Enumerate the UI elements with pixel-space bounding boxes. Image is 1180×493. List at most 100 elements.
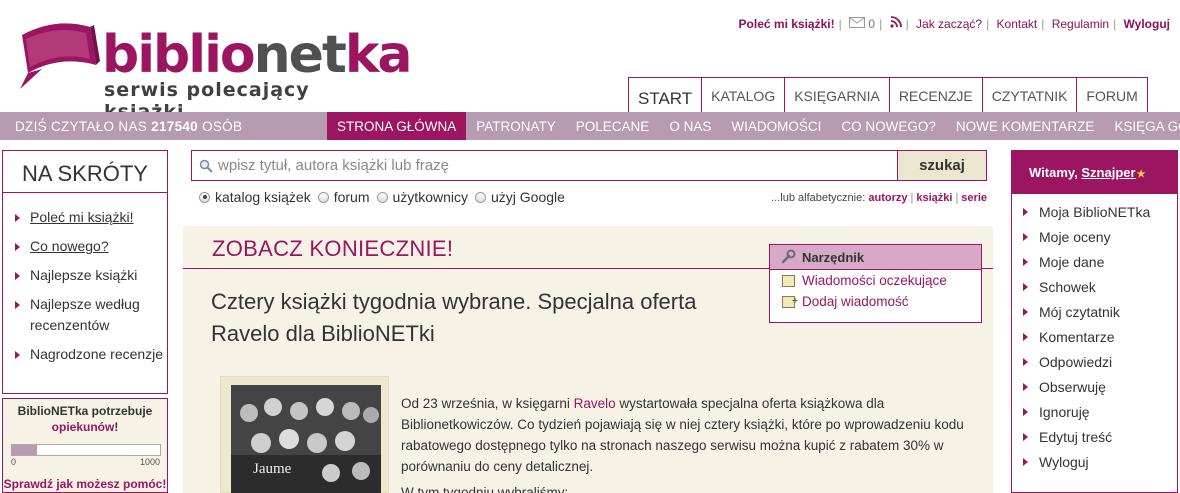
counter-prefix: DZIŚ CZYTAŁO NAS [15, 119, 148, 134]
scope-google-label: użyj Google [490, 189, 565, 205]
user-badge-icon: ★ [1136, 169, 1146, 180]
rss-icon [889, 16, 902, 28]
scope-forum[interactable]: forum [317, 189, 370, 205]
support-title: BiblioNETka potrzebuje opiekunów! [3, 403, 167, 435]
nav-home[interactable]: STRONA GŁÓWNA [327, 112, 467, 140]
menu-logout[interactable]: Wyloguj [1012, 453, 1177, 478]
user-menu-list: Moja BiblioNETka Moje oceny Moje dane Sc… [1012, 194, 1177, 478]
menu-following[interactable]: Obserwuję [1012, 378, 1177, 403]
separator: | [1113, 16, 1117, 31]
book-speech-bubble-icon [20, 23, 100, 89]
logo-part-1: biblio [102, 25, 256, 85]
support-title-b: opiekunów [51, 420, 115, 434]
support-progress-fill [12, 445, 38, 455]
menu-ignoring[interactable]: Ignoruję [1012, 403, 1177, 428]
alpha-prefix: ...lub alfabetycznie: [771, 192, 866, 204]
menu-my-ratings[interactable]: Moje oceny [1012, 228, 1177, 253]
logout-link[interactable]: Wyloguj [1124, 17, 1170, 31]
radio-button[interactable] [199, 191, 210, 203]
tools-title: Narzędnik [802, 250, 865, 265]
alpha-books-link[interactable]: książki [916, 192, 952, 204]
scope-google[interactable]: użyj Google [474, 189, 565, 205]
search-input[interactable] [218, 151, 898, 180]
search-button[interactable]: szukaj [897, 151, 986, 180]
shortcut-recommend[interactable]: Poleć mi książki! [13, 207, 167, 228]
pending-messages-link[interactable]: Wiadomości oczekujące [770, 270, 981, 291]
menu-my-data[interactable]: Moje dane [1012, 253, 1177, 278]
logo-wordmark: biblionetka [102, 29, 412, 81]
tab-start[interactable]: START [628, 77, 702, 112]
article-title[interactable]: Cztery książki tygodnia wybrane. Specjal… [211, 286, 771, 350]
cover-author-text: Jaume [253, 461, 292, 477]
shortcut-awarded-reviews[interactable]: Nagrodzone recenzje [13, 344, 167, 365]
pending-messages-label: Wiadomości oczekujące [802, 273, 947, 288]
menu-edit-content[interactable]: Edytuj treść [1012, 428, 1177, 453]
scope-catalog[interactable]: katalog książek [199, 189, 311, 205]
menu-clipboard[interactable]: Schowek [1012, 278, 1177, 303]
add-message-label: Dodaj wiadomość [802, 294, 909, 309]
menu-replies[interactable]: Odpowiedzi [1012, 353, 1177, 378]
add-document-icon [782, 291, 798, 312]
nav-whats-new[interactable]: CO NOWEGO? [831, 112, 946, 140]
logo-part-2: net [253, 25, 347, 85]
radio-button[interactable] [376, 191, 388, 203]
tab-reviews[interactable]: RECENZJE [888, 77, 982, 112]
shortcut-best-books[interactable]: Najlepsze książki [13, 265, 167, 286]
tools-header: Narzędnik [770, 245, 981, 270]
shortcut-best-by-reviewers[interactable]: Najlepsze według recenzentów [13, 294, 167, 336]
tab-reader[interactable]: CZYTATNIK [981, 77, 1077, 112]
menu-my-reader[interactable]: Mój czytatnik [1012, 303, 1177, 328]
radio-button[interactable] [317, 191, 329, 203]
nav-about[interactable]: O NAS [659, 112, 721, 140]
nav-new-comments[interactable]: NOWE KOMENTARZE [946, 112, 1105, 140]
contact-link[interactable]: Kontakt [997, 17, 1038, 31]
document-icon [782, 275, 795, 287]
nav-guestbook[interactable]: KSIĘGA GOŚCI [1104, 112, 1180, 140]
username-link[interactable]: Sznajper [1081, 165, 1135, 180]
separator: | [955, 192, 959, 204]
user-greeting: Witamy, Sznajper★ [1012, 151, 1177, 194]
alpha-authors-link[interactable]: autorzy [868, 192, 907, 204]
scope-users[interactable]: użytkownicy [376, 189, 468, 205]
ravelo-link[interactable]: Ravelo [574, 396, 616, 411]
scope-catalog-label: katalog książek [215, 189, 311, 205]
separator: | [838, 16, 842, 31]
rules-link[interactable]: Regulamin [1052, 17, 1109, 31]
book-cover[interactable]: Jaume [220, 376, 389, 493]
counter-suffix: OSÓB [202, 119, 243, 134]
messages-link[interactable]: 0 [849, 16, 875, 31]
shortcuts-panel: NA SKRÓTY Poleć mi książki! Co nowego? N… [2, 150, 168, 394]
rss-link[interactable] [889, 16, 902, 31]
scope-users-label: użytkownicy [392, 189, 468, 205]
separator: | [986, 16, 990, 31]
greeting-text: Witamy, [1029, 165, 1078, 180]
alpha-series-link[interactable]: serie [961, 192, 987, 204]
user-menu-panel: Witamy, Sznajper★ Moja BiblioNETka Moje … [1011, 150, 1178, 493]
article-more: W tym tygodniu wybraliśmy: [401, 485, 569, 493]
menu-comments[interactable]: Komentarze [1012, 328, 1177, 353]
counter-value: 217540 [151, 119, 198, 134]
support-panel: BiblioNETka potrzebuje opiekunów! 0 1000 … [2, 398, 168, 493]
messages-count: 0 [868, 17, 876, 32]
main-tabs: START KATALOG KSIĘGARNIA RECENZJE CZYTAT… [628, 77, 1148, 112]
recommend-link[interactable]: Poleć mi książki! [739, 17, 835, 31]
site-logo[interactable]: biblionetka serwis polecający książki [16, 19, 412, 123]
nav-news[interactable]: WIADOMOŚCI [721, 112, 831, 140]
add-message-link[interactable]: Dodaj wiadomość [770, 291, 981, 312]
support-title-a: BiblioNETka potrzebuje [17, 404, 153, 418]
visitor-counter: DZIŚ CZYTAŁO NAS 217540 OSÓB [15, 119, 242, 134]
top-links: Poleć mi książki! | 0 | | Jak zacząć? | Ko… [739, 16, 1170, 31]
tab-catalog[interactable]: KATALOG [701, 77, 785, 112]
envelope-icon [849, 17, 866, 29]
shortcut-whats-new[interactable]: Co nowego? [13, 236, 167, 257]
tab-bookstore[interactable]: KSIĘGARNIA [784, 77, 889, 112]
nav-recommended[interactable]: POLECANE [566, 112, 660, 140]
how-start-link[interactable]: Jak zacząć? [916, 17, 982, 31]
tab-forum[interactable]: FORUM [1076, 77, 1148, 112]
radio-button[interactable] [474, 191, 486, 203]
nav-patronages[interactable]: PATRONATY [466, 112, 566, 140]
menu-my-biblionetka[interactable]: Moja BiblioNETka [1012, 203, 1177, 228]
support-help-link[interactable]: Sprawdź jak możesz pomóc! [3, 477, 167, 491]
nav-bar: DZIŚ CZYTAŁO NAS 217540 OSÓB STRONA GŁÓW… [0, 112, 1180, 140]
search-box: szukaj [191, 150, 987, 181]
